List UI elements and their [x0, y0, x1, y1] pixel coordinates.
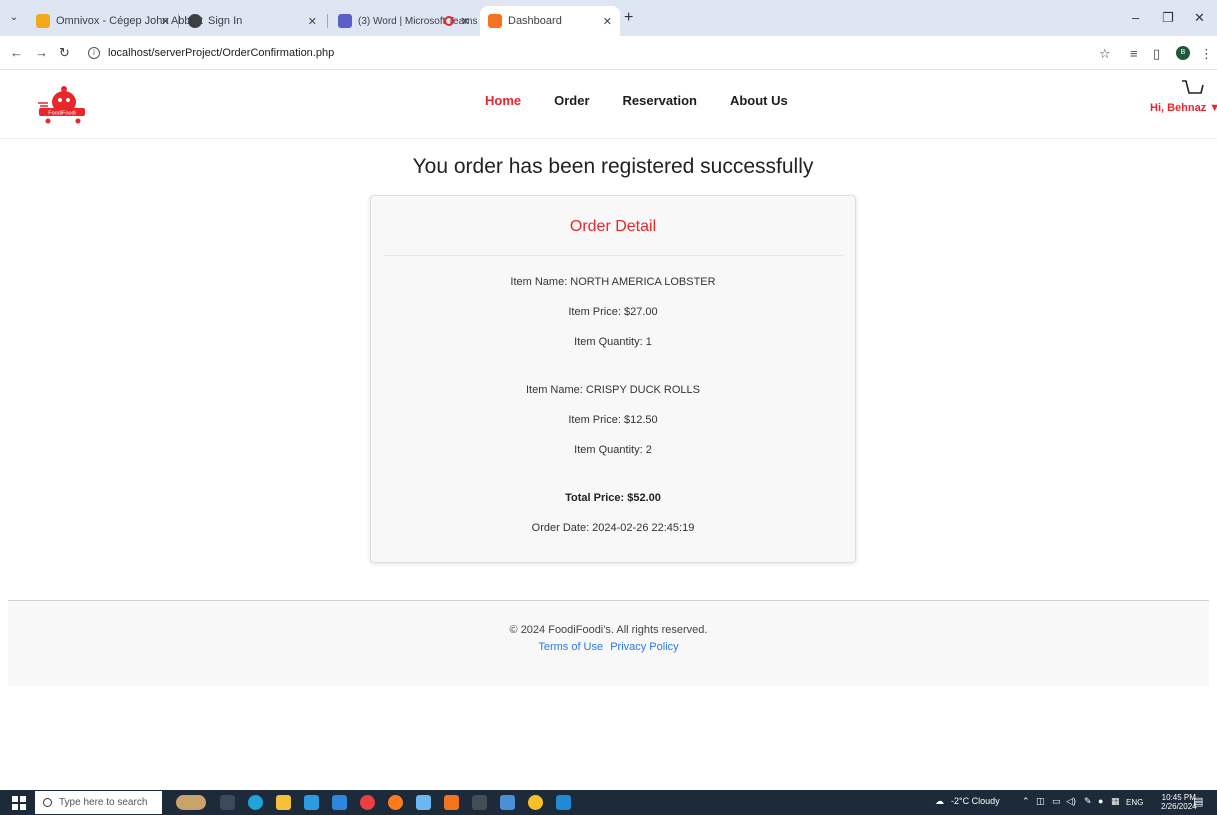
taskbar-search-box[interactable]: Type here to search [35, 791, 162, 814]
notepad-icon[interactable] [500, 795, 515, 810]
clock-time: 10:45 PM [1161, 793, 1196, 802]
pen-icon[interactable]: ✎ [1084, 796, 1092, 807]
user-menu-toggle[interactable]: Hi, Behnaz ▼ [1150, 102, 1217, 114]
close-window-icon[interactable]: ✕ [1194, 10, 1205, 26]
microphone-icon[interactable]: ● [1098, 796, 1103, 806]
tab-search-chevron-icon[interactable]: ⌄ [6, 10, 22, 26]
weather-text[interactable]: -2°C Cloudy [951, 796, 1000, 806]
tab-divider [327, 14, 328, 28]
xampp-favicon-icon [488, 14, 502, 28]
item-name: Item Name: NORTH AMERICA LOBSTER [510, 276, 716, 288]
url-text: localhost/serverProject/OrderConfirmatio… [108, 47, 335, 59]
nav-reservation[interactable]: Reservation [623, 93, 697, 108]
card-title: Order Detail [569, 218, 657, 235]
logo-text: FoodiFoodi [48, 111, 76, 117]
minimize-icon[interactable]: – [1132, 10, 1139, 25]
search-placeholder: Type here to search [59, 797, 148, 808]
task-view-icon[interactable] [220, 795, 235, 810]
mail-icon[interactable] [332, 795, 347, 810]
edge-icon[interactable] [248, 795, 263, 810]
vscode-icon[interactable] [556, 795, 571, 810]
nav-about-us[interactable]: About Us [730, 93, 788, 108]
store-icon[interactable] [304, 795, 319, 810]
cart-icon[interactable] [1180, 79, 1204, 101]
order-detail-card: Order Detail Item Name: NORTH AMERICA LO… [370, 195, 856, 563]
copyright-text: © 2024 FoodiFoodi's. All rights reserved… [509, 624, 708, 636]
close-icon[interactable]: ✕ [308, 15, 317, 28]
brave-icon[interactable] [360, 795, 375, 810]
firefox-icon[interactable] [388, 795, 403, 810]
site-header: FoodiFoodi Home Order Reservation About … [0, 71, 1217, 139]
teams-icon [338, 14, 352, 28]
terms-of-use-link[interactable]: Terms of Use [538, 641, 603, 653]
order-date: Order Date: 2024-02-26 22:45:19 [531, 522, 695, 534]
footer-links: Terms of Use Privacy Policy [8, 641, 1209, 653]
network-icon[interactable]: ◫ [1036, 796, 1045, 807]
restore-icon[interactable]: ❐ [1162, 10, 1174, 26]
profile-avatar[interactable]: B [1176, 46, 1190, 60]
search-icon [43, 798, 52, 807]
clock[interactable]: 10:45 PM 2/26/2024 [1161, 793, 1197, 811]
item-quantity: Item Quantity: 1 [574, 336, 652, 348]
close-icon[interactable]: ✕ [603, 15, 612, 28]
chrome-icon[interactable] [528, 795, 543, 810]
item-price: Item Price: $12.50 [568, 414, 658, 426]
reload-icon[interactable]: ↻ [59, 45, 70, 61]
total-price: Total Price: $52.00 [565, 492, 661, 504]
bookmark-star-icon[interactable]: ☆ [1099, 46, 1111, 62]
tab-label: Sign In [208, 15, 243, 27]
close-icon[interactable]: ✕ [161, 15, 170, 28]
globe-icon [188, 14, 202, 28]
forward-arrow-icon[interactable]: → [35, 45, 48, 60]
tab-teams[interactable]: (3) Word | Microsoft Teams ✕ [330, 6, 478, 36]
divider [383, 255, 843, 256]
address-bar-row: ← → ↻ i localhost/serverProject/OrderCon… [0, 36, 1217, 70]
privacy-policy-link[interactable]: Privacy Policy [610, 641, 678, 653]
browser-tab-bar: ⌄ Omnivox - Cégep John Abbott ✕ Sign In … [0, 0, 1217, 36]
notifications-icon[interactable]: ▤ [1193, 795, 1203, 808]
url-field[interactable]: i localhost/serverProject/OrderConfirmat… [80, 42, 1080, 64]
windows-taskbar: Type here to search ☁ -2°C Cloudy ⌃ ◫ ▭ … [0, 790, 1217, 815]
clock-date: 2/26/2024 [1161, 802, 1197, 811]
tab-sign-in[interactable]: Sign In ✕ [180, 6, 325, 36]
tray-chevron-icon[interactable]: ⌃ [1022, 796, 1030, 807]
cortana-icon[interactable] [176, 795, 206, 810]
tab-label: (3) Word | Microsoft Teams [358, 15, 478, 27]
nav-home[interactable]: Home [485, 93, 521, 108]
new-tab-icon[interactable]: + [624, 10, 633, 26]
close-icon[interactable]: ✕ [461, 15, 470, 28]
volume-icon[interactable]: ◁) [1066, 796, 1076, 807]
recording-icon [444, 16, 454, 26]
xampp-icon[interactable] [444, 795, 459, 810]
tab-divider [178, 14, 179, 28]
omnivox-favicon-icon [36, 14, 50, 28]
keyboard-icon[interactable]: ▦ [1111, 796, 1120, 807]
tab-dashboard[interactable]: Dashboard ✕ [480, 6, 620, 36]
windows-start-icon[interactable] [12, 796, 26, 810]
weather-cloud-icon[interactable]: ☁ [935, 796, 944, 807]
item-quantity: Item Quantity: 2 [574, 444, 652, 456]
nav-order[interactable]: Order [554, 93, 589, 108]
tab-omnivox[interactable]: Omnivox - Cégep John Abbott ✕ [28, 6, 203, 36]
item-name: Item Name: CRISPY DUCK ROLLS [525, 384, 700, 396]
side-panel-icon[interactable]: ▯ [1153, 46, 1160, 62]
battery-icon[interactable]: ▭ [1052, 796, 1061, 807]
item-price: Item Price: $27.00 [568, 306, 658, 318]
site-info-icon[interactable]: i [88, 47, 100, 59]
main-nav: Home Order Reservation About Us [485, 93, 821, 108]
foodifoodi-logo[interactable]: FoodiFoodi [36, 81, 88, 125]
site-footer: © 2024 FoodiFoodi's. All rights reserved… [8, 600, 1209, 686]
menu-kebab-icon[interactable]: ⋮ [1200, 46, 1213, 62]
back-arrow-icon[interactable]: ← [10, 45, 23, 60]
file-explorer-icon[interactable] [276, 795, 291, 810]
page-title: You order has been registered successful… [412, 155, 814, 178]
phpstorm-icon[interactable] [416, 795, 431, 810]
reading-list-icon[interactable]: ≡ [1130, 46, 1138, 61]
terminal-icon[interactable] [472, 795, 487, 810]
tab-label: Dashboard [508, 15, 562, 27]
language-indicator[interactable]: ENG [1126, 798, 1143, 807]
